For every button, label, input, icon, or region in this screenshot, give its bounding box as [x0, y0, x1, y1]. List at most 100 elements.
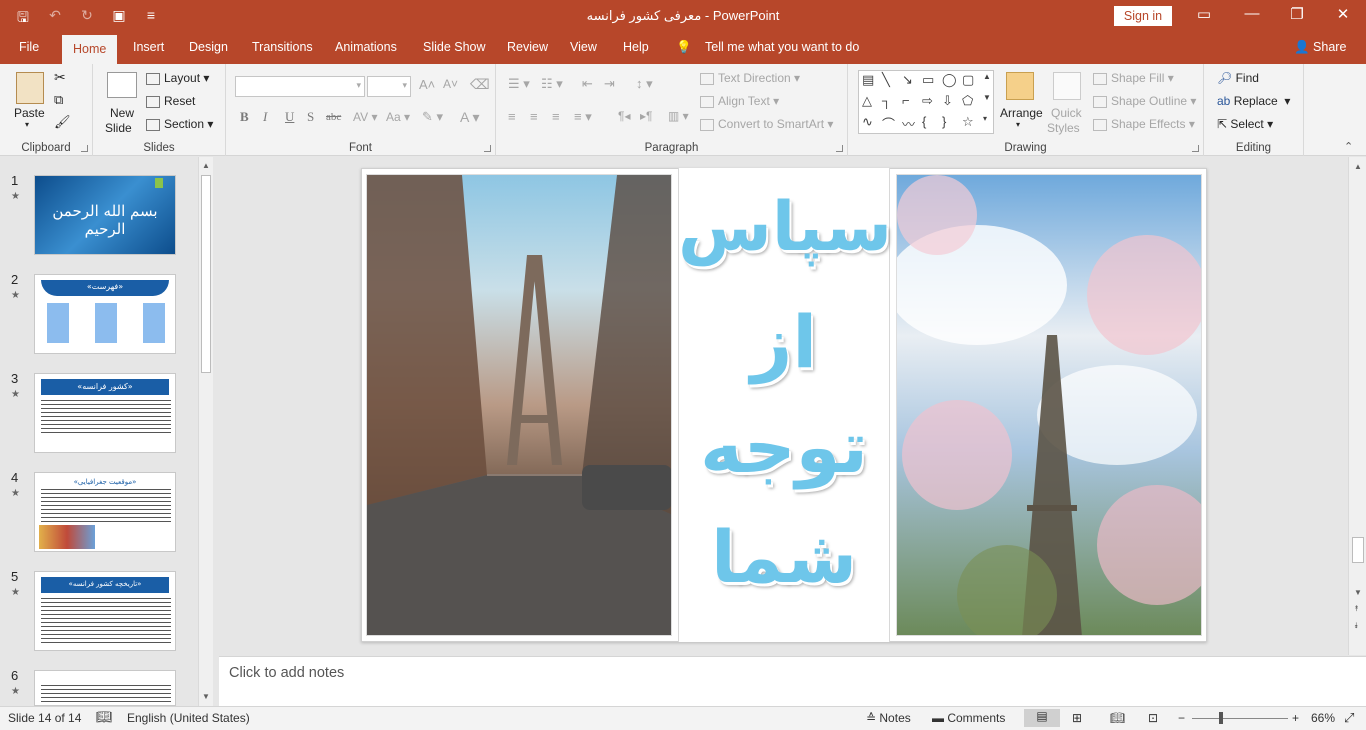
thumbnail-slide-2[interactable]: «فهرست» [34, 274, 176, 354]
columns-icon[interactable]: ▥ ▾ [668, 109, 689, 123]
elbow-connector-icon[interactable]: ┐ [882, 93, 891, 108]
font-color-icon[interactable]: A ▾ [460, 109, 479, 126]
thumbnail-slide-5[interactable]: «تاریخچه کشور فرانسه» [34, 571, 176, 651]
clear-formatting-icon[interactable]: ⌫ [470, 76, 490, 93]
font-name-combo[interactable] [235, 76, 365, 97]
slide-sorter-icon[interactable]: ⊞ [1072, 711, 1082, 725]
zoom-in-icon[interactable]: + [1292, 711, 1299, 725]
select-button[interactable]: ⇱ Select ▾ [1217, 117, 1273, 131]
reset-button[interactable]: Reset [146, 94, 195, 108]
textbox-shape-icon[interactable]: ▤ [862, 72, 874, 88]
numbering-icon[interactable]: ☷ ▾ [541, 76, 563, 92]
zoom-level[interactable]: 66% [1311, 711, 1335, 725]
paste-icon[interactable] [16, 72, 44, 104]
notes-pane[interactable]: Click to add notes [219, 656, 1366, 706]
editor-scrollbar[interactable]: ▲ ▼ ⯭ ⯯ [1348, 157, 1366, 655]
arrange-icon[interactable] [1006, 72, 1034, 100]
rectangle-shape-icon[interactable]: ▭ [922, 72, 934, 88]
tab-view[interactable]: View [570, 40, 597, 54]
slide-text-line-4[interactable]: شما [678, 515, 890, 599]
wave-shape-icon[interactable]: 〰 [902, 114, 915, 133]
gallery-down-icon[interactable]: ▼ [983, 93, 991, 102]
decrease-font-icon[interactable]: A˅ [443, 77, 458, 91]
align-center-icon[interactable]: ≡ [530, 109, 538, 124]
quick-styles-icon[interactable] [1053, 72, 1081, 100]
tab-animations[interactable]: Animations [335, 40, 397, 54]
find-button[interactable]: 🔎︎ Find [1217, 71, 1259, 85]
highlight-icon[interactable]: ✎ ▾ [422, 109, 443, 125]
tell-me-search[interactable]: 💡 Tell me what you want to do [676, 40, 859, 55]
shape-outline-button[interactable]: Shape Outline ▾ [1093, 94, 1196, 108]
font-size-combo[interactable] [367, 76, 411, 97]
notes-placeholder[interactable]: Click to add notes [229, 665, 344, 681]
line-shape-icon[interactable]: ╲ [882, 72, 890, 88]
new-slide-label-2[interactable]: Slide [105, 121, 132, 135]
right-brace-icon[interactable]: } [942, 114, 946, 129]
arrow-line-shape-icon[interactable]: ↘ [902, 72, 913, 88]
ltr-icon[interactable]: ▸¶ [640, 109, 652, 123]
copy-icon[interactable]: ⧉ [54, 92, 63, 108]
triangle-shape-icon[interactable]: △ [862, 93, 872, 109]
font-launcher-icon[interactable] [484, 145, 491, 152]
scroll-down-icon[interactable]: ▼ [1354, 588, 1362, 597]
bullets-icon[interactable]: ☰ ▾ [508, 76, 530, 92]
slide-text-line-1[interactable]: سپاس [678, 188, 892, 267]
align-right-icon[interactable]: ≡ [552, 109, 560, 124]
elbow-arrow-icon[interactable]: ⌐ [902, 93, 910, 108]
slide-thumbnail-pane[interactable]: 1 ★ بسم الله الرحمن الرحیم 2 ★ «فهرست» 3… [0, 157, 213, 706]
collapse-ribbon-icon[interactable]: ⌃ [1344, 140, 1353, 153]
align-left-icon[interactable]: ≡ [508, 109, 516, 124]
increase-font-icon[interactable]: A˄ [419, 77, 435, 92]
arc-shape-icon[interactable]: ⌒ [882, 114, 895, 133]
increase-indent-icon[interactable]: ⇥ [604, 76, 615, 92]
scroll-down-icon[interactable]: ▼ [202, 692, 210, 701]
justify-icon[interactable]: ≡ ▾ [574, 109, 592, 125]
editor-scroll-thumb[interactable] [1352, 537, 1364, 563]
share-button[interactable]: 👤 Share [1294, 40, 1346, 55]
arrange-dropdown-icon[interactable]: ▾ [1016, 120, 1020, 129]
strikethrough-button[interactable]: abc [326, 111, 341, 123]
new-slide-icon[interactable] [107, 72, 137, 98]
slide-text-line-2[interactable]: از [678, 300, 890, 384]
scroll-up-icon[interactable]: ▲ [202, 161, 210, 170]
tab-file[interactable]: File [19, 40, 39, 54]
quick-styles-label-2[interactable]: Styles [1047, 121, 1080, 135]
tab-transitions[interactable]: Transitions [252, 40, 313, 54]
convert-smartart-button[interactable]: Convert to SmartArt ▾ [700, 117, 833, 131]
slide-show-icon[interactable]: ⊡ [1148, 711, 1158, 725]
tab-help[interactable]: Help [623, 40, 649, 54]
paste-button[interactable]: Paste [14, 106, 45, 120]
restore-icon[interactable]: ❐ [1277, 5, 1317, 23]
notes-toggle[interactable]: ≙ Notes [866, 711, 911, 725]
paste-dropdown-icon[interactable]: ▾ [25, 120, 29, 129]
previous-slide-icon[interactable]: ⯭ [1354, 604, 1359, 614]
freeform-shape-icon[interactable]: ⬠ [962, 93, 973, 109]
zoom-out-icon[interactable]: − [1178, 711, 1185, 725]
slide-text-line-3[interactable]: توجه [678, 405, 890, 489]
spell-check-icon[interactable]: 📖︎ [96, 709, 113, 725]
layout-button[interactable]: Layout ▾ [146, 71, 209, 85]
quick-styles-label-1[interactable]: Quick [1051, 106, 1082, 120]
section-button[interactable]: Section ▾ [146, 117, 213, 131]
tab-insert[interactable]: Insert [133, 40, 164, 54]
gallery-more-icon[interactable]: ▾ [983, 114, 987, 123]
thumbnail-slide-1[interactable]: بسم الله الرحمن الرحیم [34, 175, 176, 255]
tab-slide-show[interactable]: Slide Show [423, 40, 486, 54]
new-slide-label-1[interactable]: New [110, 106, 134, 120]
star-shape-icon[interactable]: ☆ [962, 114, 974, 130]
rtl-icon[interactable]: ¶◂ [618, 109, 630, 123]
decrease-indent-icon[interactable]: ⇤ [582, 76, 593, 92]
clipboard-launcher-icon[interactable] [81, 145, 88, 152]
scroll-up-icon[interactable]: ▲ [1354, 162, 1362, 171]
bold-button[interactable]: B [240, 109, 249, 125]
ribbon-display-options-icon[interactable]: ▭ [1184, 5, 1224, 23]
paragraph-launcher-icon[interactable] [836, 145, 843, 152]
curve-shape-icon[interactable]: ∿ [862, 114, 873, 130]
oval-shape-icon[interactable]: ◯ [942, 72, 957, 88]
zoom-slider-thumb[interactable] [1219, 712, 1223, 724]
line-spacing-icon[interactable]: ↕ ▾ [636, 76, 653, 92]
comments-toggle[interactable]: ▬ Comments [932, 711, 1005, 725]
eiffel-street-photo[interactable] [366, 174, 672, 636]
arrange-button[interactable]: Arrange [1000, 106, 1043, 120]
next-slide-icon[interactable]: ⯯ [1354, 621, 1359, 631]
